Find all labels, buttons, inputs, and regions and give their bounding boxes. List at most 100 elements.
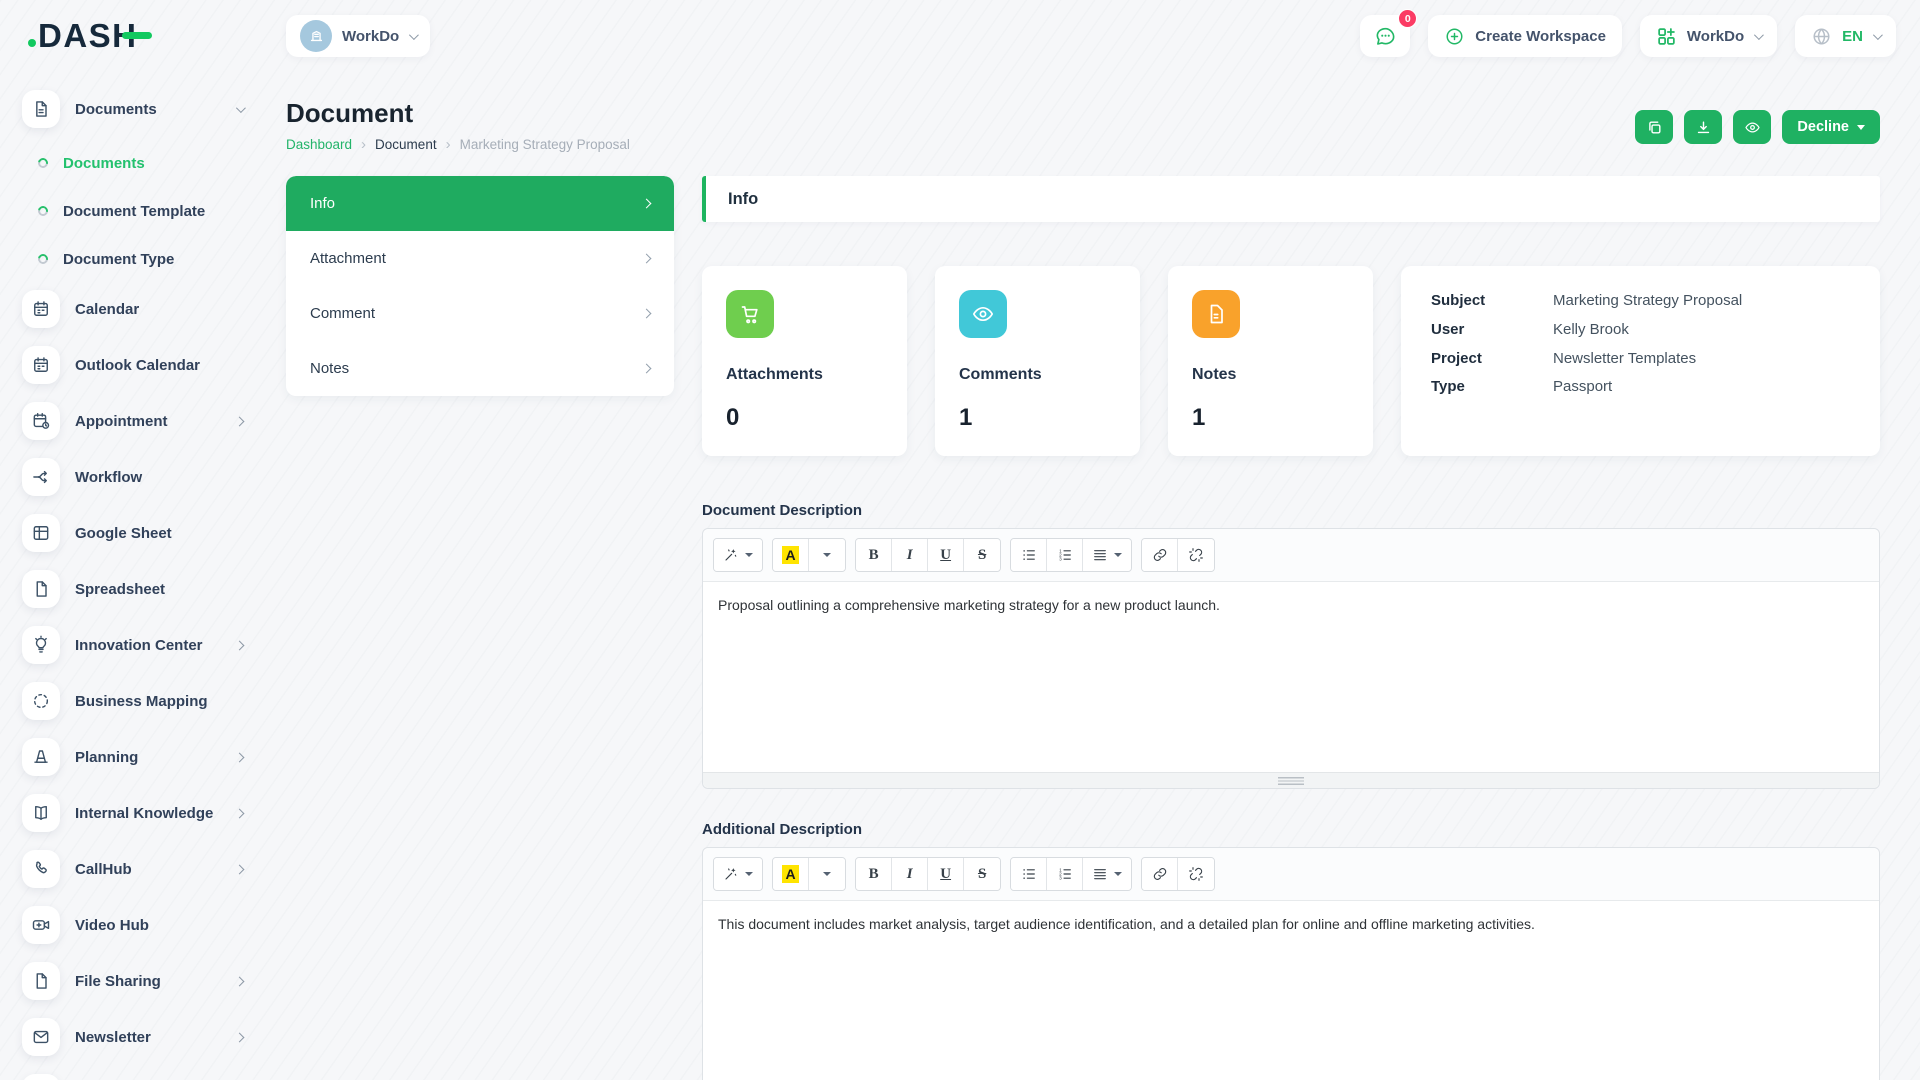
sidebar-item-business-mapping[interactable]: Business Mapping <box>22 682 265 720</box>
link-icon <box>1152 866 1168 882</box>
magic-style-button[interactable] <box>714 858 762 890</box>
unordered-list-button[interactable] <box>1011 539 1048 571</box>
preview-button[interactable] <box>1733 110 1772 144</box>
icon-box <box>22 1074 60 1080</box>
font-color-button[interactable]: A <box>773 858 810 890</box>
download-icon <box>1695 119 1712 136</box>
app-switcher-button[interactable]: WorkDo <box>1639 15 1778 57</box>
create-workspace-button[interactable]: Create Workspace <box>1428 15 1622 57</box>
info-panel-header: Info <box>702 176 1880 222</box>
sidebar-item-file-sharing[interactable]: File Sharing <box>22 962 265 1000</box>
app-logo[interactable]: DASH <box>28 17 266 55</box>
sidebar-item-spreadsheet[interactable]: Spreadsheet <box>22 570 265 608</box>
sidebar-item-appointment[interactable]: Appointment <box>22 402 265 440</box>
sidebar-item-documents[interactable]: Documents <box>22 90 265 128</box>
italic-button[interactable]: I <box>892 858 929 890</box>
italic-button[interactable]: I <box>892 539 929 571</box>
breadcrumb: Dashboard › Document › Marketing Strategy Pr… <box>286 137 630 152</box>
document-tabs-card: Info Attachment Comment Notes <box>286 176 674 396</box>
eye-icon <box>959 290 1007 338</box>
sidebar-subitem-documents[interactable]: Documents <box>36 146 243 180</box>
strikethrough-button[interactable]: S <box>964 539 1001 571</box>
unlink-button[interactable] <box>1178 539 1215 571</box>
tab-attachment[interactable]: Attachment <box>286 231 674 286</box>
toolbar-button-group: A <box>772 857 847 891</box>
detail-value: Marketing Strategy Proposal <box>1553 292 1743 309</box>
chevron-down-icon <box>409 29 420 40</box>
sidebar-item-workflow[interactable]: Workflow <box>22 458 265 496</box>
sidebar-item-planning[interactable]: Planning <box>22 738 265 776</box>
copy-button[interactable] <box>1635 110 1674 144</box>
underline-button[interactable]: U <box>928 858 965 890</box>
bold-glyph: B <box>868 546 879 563</box>
bold-button[interactable]: B <box>856 539 893 571</box>
sidebar-subitem-document-template[interactable]: Document Template <box>36 194 243 228</box>
sidebar-item-label: Documents <box>75 100 157 118</box>
breadcrumb-separator: › <box>361 136 367 153</box>
sidebar-item-video-hub[interactable]: Video Hub <box>22 906 265 944</box>
editor-toolbar: A B I U S 123 <box>703 529 1879 582</box>
ordered-list-button[interactable]: 123 <box>1047 858 1084 890</box>
sidebar-item-label: Workflow <box>75 468 143 486</box>
link-button[interactable] <box>1142 858 1179 890</box>
sidebar-subitem-document-type[interactable]: Document Type <box>36 242 243 276</box>
editor-resize-handle[interactable] <box>703 772 1879 788</box>
sidebar-item-internal-knowledge[interactable]: Internal Knowledge <box>22 794 265 832</box>
rich-text-editor: A B I U S 1 2 3 Proposal outlining a comprehensi… <box>702 528 1880 789</box>
editor-section-additional-description: Additional Description A B I U S 1 2 3 This docum… <box>702 821 1880 1080</box>
sidebar-item-label: Outlook Calendar <box>75 356 201 374</box>
caret-down-icon <box>823 553 832 557</box>
link-button[interactable] <box>1142 539 1179 571</box>
info-panel: Info Attachments 0 Comments 1 Notes 1 Subject M… <box>702 176 1880 1080</box>
chevron-right-icon <box>641 253 652 264</box>
underline-button[interactable]: U <box>928 539 965 571</box>
paragraph-align-button[interactable] <box>1083 858 1132 890</box>
workflow-icon <box>22 458 60 496</box>
font-color-caret-button[interactable] <box>809 858 846 890</box>
sidebar-item-outlook-calendar[interactable]: Outlook Calendar <box>22 346 265 384</box>
svg-text:3: 3 <box>1059 557 1062 562</box>
topbar-right: 0 Create Workspace WorkDo EN <box>1360 9 1896 57</box>
sidebar-item-calendar[interactable]: Calendar <box>22 290 265 328</box>
unlink-button[interactable] <box>1178 858 1215 890</box>
document-details-card: Subject Marketing Strategy Proposal User Ke… <box>1401 266 1880 456</box>
sidebar-item-callhub[interactable]: CallHub <box>22 850 265 888</box>
workspace-selector[interactable]: WorkDo <box>286 15 431 57</box>
bold-button[interactable]: B <box>856 858 893 890</box>
tab-comment[interactable]: Comment <box>286 286 674 341</box>
editor-content[interactable]: This document includes market analysis, … <box>703 901 1879 1080</box>
toolbar-button-group: BIUS <box>855 538 1002 572</box>
font-color-button[interactable]: A <box>773 539 810 571</box>
messages-button[interactable]: 0 <box>1360 9 1418 57</box>
sidebar-item-innovation-center[interactable]: Innovation Center <box>22 626 265 664</box>
tab-notes[interactable]: Notes <box>286 341 674 396</box>
decline-button[interactable]: Decline <box>1782 110 1880 144</box>
font-color-caret-button[interactable] <box>809 539 846 571</box>
toolbar-button-group <box>713 857 763 891</box>
tab-info[interactable]: Info <box>286 176 674 231</box>
align-icon <box>1092 547 1108 563</box>
paragraph-align-button[interactable] <box>1083 539 1132 571</box>
unordered-list-button[interactable] <box>1011 858 1048 890</box>
sidebar-item-google-sheet[interactable]: Google Sheet <box>22 514 265 552</box>
language-selector[interactable]: EN <box>1795 15 1896 57</box>
editor-content[interactable]: Proposal outlining a comprehensive marke… <box>703 582 1879 772</box>
breadcrumb-item-dashboard[interactable]: Dashboard <box>286 137 352 152</box>
tab-label: Comment <box>310 305 376 322</box>
messages-badge: 0 <box>1398 9 1418 28</box>
detail-row-subject: Subject Marketing Strategy Proposal <box>1431 290 1850 312</box>
sidebar-item-newsletter[interactable]: Newsletter <box>22 1018 265 1056</box>
strikethrough-button[interactable]: S <box>964 858 1001 890</box>
download-button[interactable] <box>1684 110 1723 144</box>
svg-text:3: 3 <box>1059 876 1062 881</box>
sidebar-item-label: Newsletter <box>75 1028 151 1046</box>
chevron-down-icon <box>235 102 246 113</box>
chevron-right-icon <box>234 976 245 986</box>
sidebar: Documents Documents Document Template Docum… <box>0 72 265 1080</box>
chevron-down-icon <box>1754 29 1765 40</box>
file-icon <box>22 962 60 1000</box>
calendar-icon <box>22 290 60 328</box>
magic-style-button[interactable] <box>714 539 762 571</box>
ordered-list-button[interactable]: 123 <box>1047 539 1084 571</box>
sidebar-item-item[interactable] <box>22 1074 265 1080</box>
